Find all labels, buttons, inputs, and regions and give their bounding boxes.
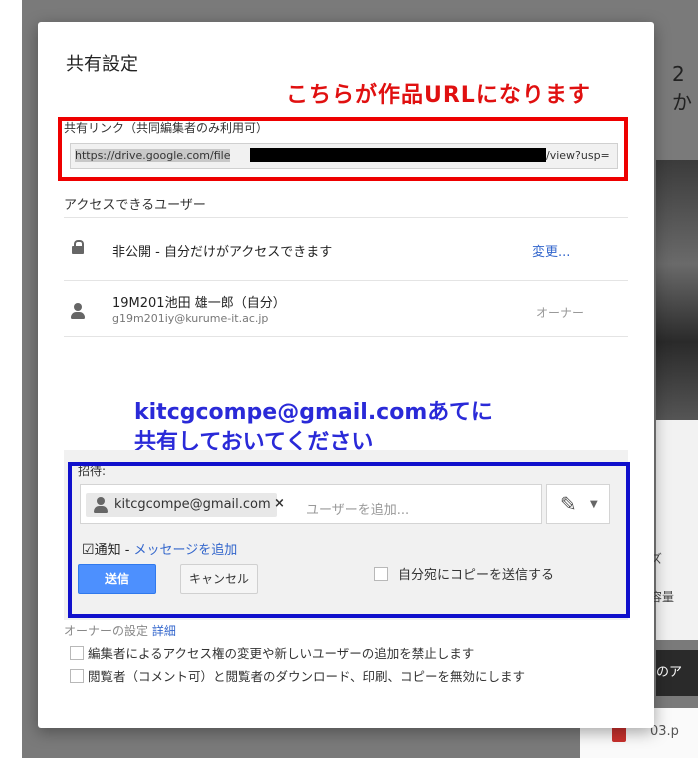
prevent-editor-changes-checkbox[interactable] — [70, 646, 84, 660]
lock-icon — [72, 240, 84, 254]
background-heading: 2 か — [672, 62, 692, 114]
background-image — [656, 160, 698, 420]
divider — [64, 217, 628, 218]
pdf-file-icon — [612, 726, 626, 742]
access-section-label: アクセスできるユーザー — [64, 198, 206, 213]
share-dialog: 共有設定 こちらが作品URLになります 共有リンク（共同編集者のみ利用可） ht… — [38, 22, 654, 728]
owner-user-name: 19M201池田 雄一郎（自分） — [112, 296, 286, 311]
annotation-red-box — [58, 117, 628, 181]
disable-download-label: 閲覧者（コメント可）と閲覧者のダウンロード、印刷、コピーを無効にします — [88, 669, 526, 684]
divider — [64, 336, 628, 337]
dialog-title: 共有設定 — [66, 54, 138, 75]
prevent-editor-changes-label: 編集者によるアクセス権の変更や新しいユーザーの追加を禁止します — [88, 646, 475, 661]
owner-settings-label: オーナーの設定 詳細 — [64, 624, 176, 638]
background-dark-strip: のア — [656, 650, 698, 696]
disable-download-checkbox[interactable] — [70, 669, 84, 683]
visibility-status: 非公開 - 自分だけがアクセスできます — [112, 245, 333, 260]
change-visibility-link[interactable]: 変更... — [532, 241, 570, 260]
owner-settings-detail-link[interactable]: 詳細 — [152, 624, 176, 638]
person-icon — [69, 302, 87, 320]
background-file-name: 03.p — [650, 724, 679, 739]
annotation-share-note: kitcgcompe@gmail.comあてに 共有しておいてください — [134, 400, 493, 455]
annotation-blue-box — [68, 462, 630, 618]
owner-user-email: g19m201iy@kurume-it.ac.jp — [112, 312, 269, 325]
divider — [64, 280, 628, 281]
owner-role-label: オーナー — [536, 306, 585, 320]
annotation-url-note: こちらが作品URLになります — [286, 83, 591, 108]
